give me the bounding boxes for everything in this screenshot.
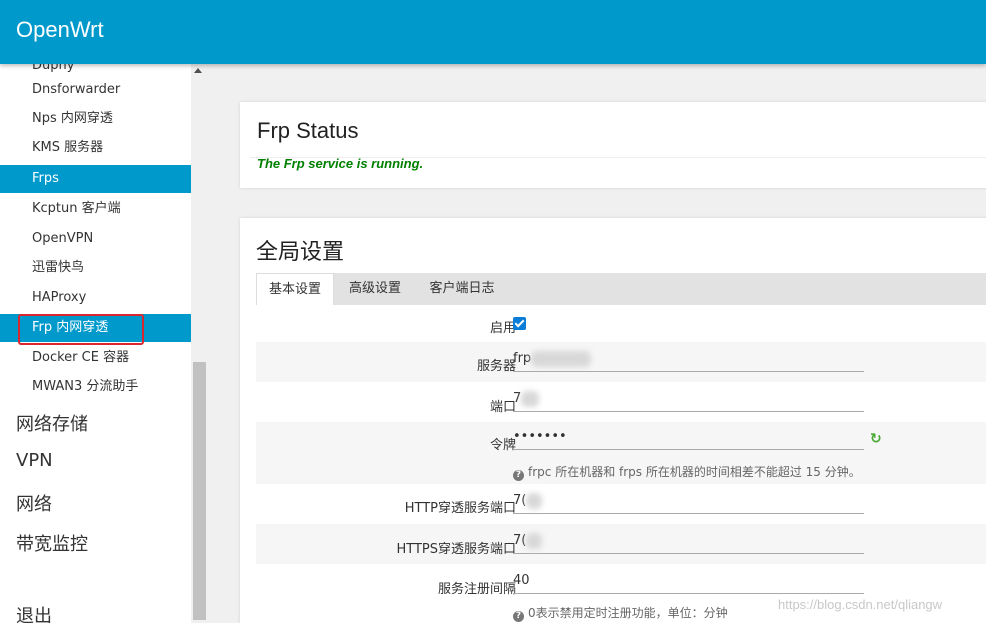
- menu-item-storage[interactable]: 网络存储: [16, 410, 88, 436]
- redacted-blur: [531, 350, 592, 367]
- form-row-https: HTTPS穿透服务端口 7(: [256, 524, 986, 564]
- sidebar: Dupny Dnsforwarder Nps 内网穿透 KMS 服务器 Frps…: [0, 64, 191, 623]
- sidebar-item-mwan3[interactable]: MWAN3 分流助手: [0, 373, 191, 401]
- server-input[interactable]: frp: [513, 348, 864, 372]
- sidebar-item-kms[interactable]: KMS 服务器: [0, 134, 191, 162]
- https-port-input[interactable]: 7(: [513, 530, 864, 554]
- sidebar-item-frps[interactable]: Frps: [0, 165, 191, 193]
- main-content: Frp Status The Frp service is running. 全…: [208, 64, 986, 623]
- help-icon: ?: [513, 611, 524, 622]
- sidebar-scrollbar[interactable]: [191, 64, 208, 623]
- interval-label: 服务注册间隔: [437, 582, 516, 597]
- menu-item-logout[interactable]: 退出: [16, 602, 52, 623]
- form-row-server: 服务器 frp: [256, 342, 986, 382]
- settings-form: 启用 服务器 frp 端口 7 令牌 ••••••• ↻ ? frpc 所在机器和…: [256, 305, 986, 623]
- sidebar-item-kcptun[interactable]: Kcptun 客户端: [0, 195, 191, 223]
- reveal-password-icon[interactable]: ↻: [870, 432, 884, 446]
- sidebar-item-openvpn[interactable]: OpenVPN: [0, 225, 191, 253]
- http-port-label: HTTP穿透服务端口: [404, 501, 516, 516]
- status-message: The Frp service is running.: [257, 156, 424, 171]
- menu-item-bandwidth[interactable]: 带宽监控: [16, 530, 88, 556]
- http-port-value: 7(: [513, 493, 527, 508]
- token-hint: ? frpc 所在机器和 frps 所在机器的时间相差不能超过 15 分钟。: [513, 463, 861, 481]
- sidebar-item-docker[interactable]: Docker CE 容器: [0, 344, 191, 372]
- https-port-value: 7(: [513, 533, 527, 548]
- redacted-blur: [521, 390, 540, 407]
- interval-input[interactable]: 40: [513, 570, 864, 594]
- tab-bar: 基本设置 高级设置 客户端日志: [256, 273, 986, 305]
- section-title: 全局设置: [256, 240, 345, 265]
- sidebar-item-xunlei[interactable]: 迅雷快鸟: [0, 254, 191, 282]
- interval-hint: ? 0表示禁用定时注册功能，单位：分钟: [513, 604, 728, 622]
- http-port-input[interactable]: 7(: [513, 490, 864, 514]
- watermark: https://blog.csdn.net/qliangw: [778, 597, 943, 612]
- sidebar-item-nps[interactable]: Nps 内网穿透: [0, 105, 191, 133]
- form-row-port: 端口 7: [256, 382, 986, 422]
- tab-basic[interactable]: 基本设置: [256, 273, 334, 305]
- global-settings-card: 全局设置 基本设置 高级设置 客户端日志 启用 服务器 frp 端口 7 令牌 …: [240, 218, 986, 623]
- tab-client-log[interactable]: 客户端日志: [416, 273, 508, 305]
- top-header: OpenWrt: [0, 0, 986, 64]
- sidebar-item-haproxy[interactable]: HAProxy: [0, 284, 191, 312]
- enable-checkbox[interactable]: [513, 317, 526, 330]
- server-label: 服务器: [476, 359, 516, 374]
- form-row-http: HTTP穿透服务端口 7(: [256, 484, 986, 524]
- form-row-token: 令牌 ••••••• ↻ ? frpc 所在机器和 frps 所在机器的时间相差不…: [256, 422, 986, 484]
- help-icon: ?: [513, 470, 524, 481]
- port-value: 7: [513, 391, 522, 406]
- interval-hint-text: 0表示禁用定时注册功能，单位：分钟: [528, 606, 728, 620]
- token-input[interactable]: •••••••: [513, 426, 864, 450]
- brand-logo[interactable]: OpenWrt: [16, 17, 104, 43]
- scroll-thumb[interactable]: [193, 362, 206, 620]
- token-hint-text: frpc 所在机器和 frps 所在机器的时间相差不能超过 15 分钟。: [528, 465, 861, 479]
- server-value: frp: [513, 351, 532, 366]
- port-input[interactable]: 7: [513, 388, 864, 412]
- redacted-blur: [526, 492, 543, 509]
- menu-item-vpn[interactable]: VPN: [16, 450, 53, 471]
- scroll-up-icon[interactable]: [194, 68, 202, 73]
- https-port-label: HTTPS穿透服务端口: [396, 542, 516, 557]
- redacted-blur: [526, 532, 543, 549]
- form-row-interval: 服务注册间隔 40 ? 0表示禁用定时注册功能，单位：分钟: [256, 564, 986, 623]
- status-title: Frp Status: [257, 118, 359, 143]
- sidebar-item-dnsforwarder[interactable]: Dnsforwarder: [0, 76, 191, 104]
- menu-item-network[interactable]: 网络: [16, 490, 52, 516]
- highlight-annotation: [18, 314, 144, 345]
- form-row-enable: 启用: [256, 305, 986, 342]
- status-card: Frp Status The Frp service is running.: [240, 102, 986, 188]
- tab-advanced[interactable]: 高级设置: [334, 273, 416, 305]
